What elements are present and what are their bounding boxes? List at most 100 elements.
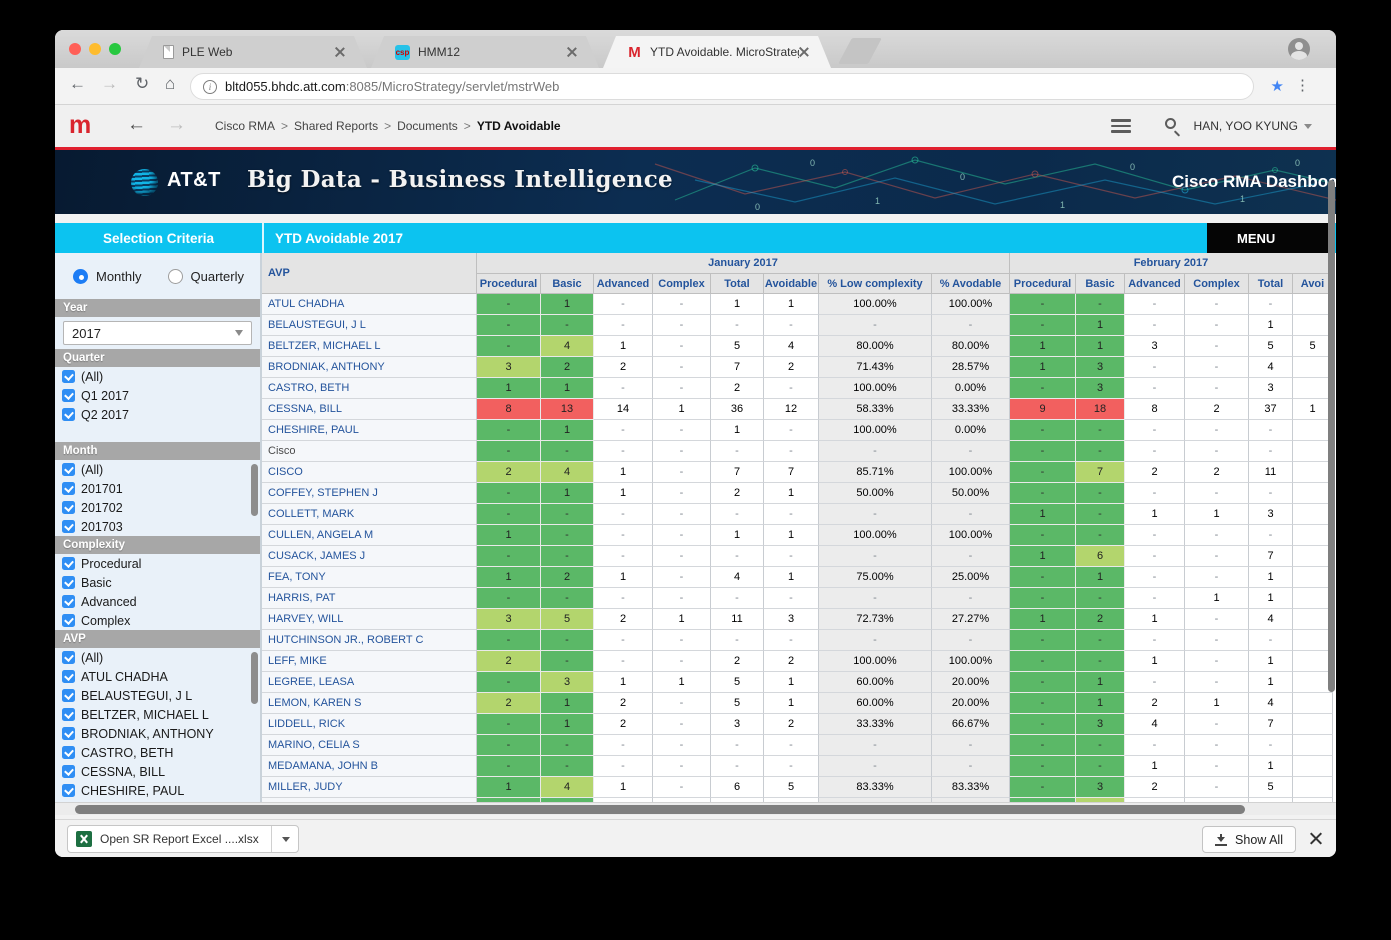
filter-checkbox-row[interactable]: CHESHIRE, PAUL [55,781,260,800]
downloaded-file-label: Open SR Report Excel ....xlsx [100,832,259,846]
filter-checkbox-row[interactable]: Advanced [55,592,260,611]
home-button[interactable]: ⌂ [165,74,175,94]
back-button[interactable]: ← [69,74,86,94]
filter-checkbox-row[interactable]: 201701 [55,479,260,498]
monthly-radio[interactable] [73,269,88,284]
site-info-icon[interactable]: i [203,80,217,94]
checkbox-checked-icon[interactable] [62,727,75,740]
filter-checkbox-row[interactable]: Procedural [55,554,260,573]
browser-tab[interactable]: PLE Web [139,36,367,68]
reload-button[interactable]: ↻ [135,74,149,94]
vertical-scrollbar[interactable] [1327,150,1335,815]
avp-name-cell: FEA, TONY [262,567,477,588]
grid-cell: - [541,588,594,609]
empty-value: - [969,760,973,772]
filter-checkbox-row[interactable]: CESSNA, BILL [55,762,260,781]
filter-checkbox-row[interactable]: (All) [55,460,260,479]
tab-close-icon[interactable] [335,47,345,57]
grid-cell: - [1185,546,1249,567]
chevron-down-icon[interactable] [282,837,290,842]
filter-checkbox-row[interactable]: Complex [55,611,260,630]
checkbox-checked-icon[interactable] [62,389,75,402]
checkbox-checked-icon[interactable] [62,651,75,664]
checkbox-checked-icon[interactable] [62,576,75,589]
checkbox-checked-icon[interactable] [62,501,75,514]
grid-cell: - [1125,525,1185,546]
checkbox-checked-icon[interactable] [62,765,75,778]
maximize-window-button[interactable] [109,43,121,55]
breadcrumb-item[interactable]: Cisco RMA [215,119,275,133]
checkbox-checked-icon[interactable] [62,614,75,627]
close-download-bar-icon[interactable] [1309,831,1322,844]
hamburger-menu-icon[interactable] [1111,119,1131,133]
minimize-window-button[interactable] [89,43,101,55]
grid-cell: - [594,420,653,441]
checkbox-checked-icon[interactable] [62,746,75,759]
dropdown-value: 2017 [72,326,101,341]
downloaded-file-button[interactable]: Open SR Report Excel ....xlsx [67,825,299,853]
filter-checkbox-row[interactable]: (All) [55,648,260,667]
checkbox-checked-icon[interactable] [62,408,75,421]
browser-tab[interactable]: cspHMM12 [371,36,599,68]
quarterly-radio[interactable] [168,269,183,284]
tab-close-icon[interactable] [799,47,809,57]
checkbox-checked-icon[interactable] [62,708,75,721]
table-row: CHESHIRE, PAUL-1--1-100.00%0.00%----- [262,420,1334,441]
filter-checkbox-row[interactable]: 201703 [55,517,260,536]
grid-cell: 9 [1010,399,1076,420]
filter-checkbox-row[interactable]: (All) [55,367,260,386]
user-menu[interactable]: HAN, YOO KYUNG [1194,119,1312,133]
tab-close-icon[interactable] [567,47,577,57]
horizontal-scrollbar[interactable] [55,802,1336,815]
checkbox-checked-icon[interactable] [62,595,75,608]
year-dropdown[interactable]: 2017 [63,321,252,345]
checkbox-checked-icon[interactable] [62,463,75,476]
browser-profile-icon[interactable] [1288,38,1310,60]
checkbox-checked-icon[interactable] [62,784,75,797]
show-all-button[interactable]: Show All [1202,826,1296,853]
browser-menu-icon[interactable]: ⋮ [1295,76,1310,94]
filter-checkbox-row[interactable]: BRODNIAK, ANTHONY [55,724,260,743]
filter-checkbox-row[interactable]: BELTZER, MICHAEL L [55,705,260,724]
checkbox-checked-icon[interactable] [62,557,75,570]
horizontal-scrollbar-thumb[interactable] [75,805,1245,814]
close-window-button[interactable] [69,43,81,55]
new-tab-button[interactable] [838,38,882,64]
filter-checkbox-row[interactable]: Basic [55,573,260,592]
empty-value: - [1215,319,1219,331]
breadcrumb-item[interactable]: Shared Reports [294,119,378,133]
filter-checkbox-row[interactable]: 201702 [55,498,260,517]
breadcrumb-item[interactable]: YTD Avoidable [477,119,561,133]
checkbox-checked-icon[interactable] [62,689,75,702]
checkbox-checked-icon[interactable] [62,370,75,383]
mstr-forward-button[interactable]: → [167,114,186,136]
search-icon[interactable] [1165,118,1176,129]
browser-tab[interactable]: MYTD Avoidable. MicroStrategy [603,36,831,68]
checkbox-checked-icon[interactable] [62,670,75,683]
checkbox-checked-icon[interactable] [62,520,75,533]
filter-checkbox-row[interactable]: Q1 2017 [55,386,260,405]
grid-cell: - [1125,294,1185,315]
microstrategy-logo-icon[interactable]: m [69,111,89,140]
address-bar[interactable]: i bltd055.bhdc.att.com:8085/MicroStrateg… [190,73,1254,100]
list-scrollbar-thumb[interactable] [251,464,258,516]
menu-button[interactable]: MENU [1207,223,1329,253]
list-scrollbar-thumb[interactable] [251,652,258,704]
forward-button[interactable]: → [101,74,118,94]
empty-value: - [565,319,569,331]
filter-checkbox-row[interactable]: BELAUSTEGUI, J L [55,686,260,705]
bookmark-star-icon[interactable]: ★ [1271,77,1284,95]
grid-cell: - [594,378,653,399]
mstr-back-button[interactable]: ← [127,114,146,136]
grid-cell: 20.00% [932,693,1010,714]
vertical-scrollbar-thumb[interactable] [1328,180,1335,692]
filter-checkbox-row[interactable]: Q2 2017 [55,405,260,424]
checkbox-checked-icon[interactable] [62,482,75,495]
empty-value: - [789,550,793,562]
breadcrumb-item[interactable]: Documents [397,119,458,133]
filter-checkbox-row[interactable]: ATUL CHADHA [55,667,260,686]
banner-digit: 0 [1295,158,1300,168]
filter-checkbox-row[interactable]: CASTRO, BETH [55,743,260,762]
grid-cell: 75.00% [819,567,932,588]
grid-cell: 7 [1249,546,1293,567]
